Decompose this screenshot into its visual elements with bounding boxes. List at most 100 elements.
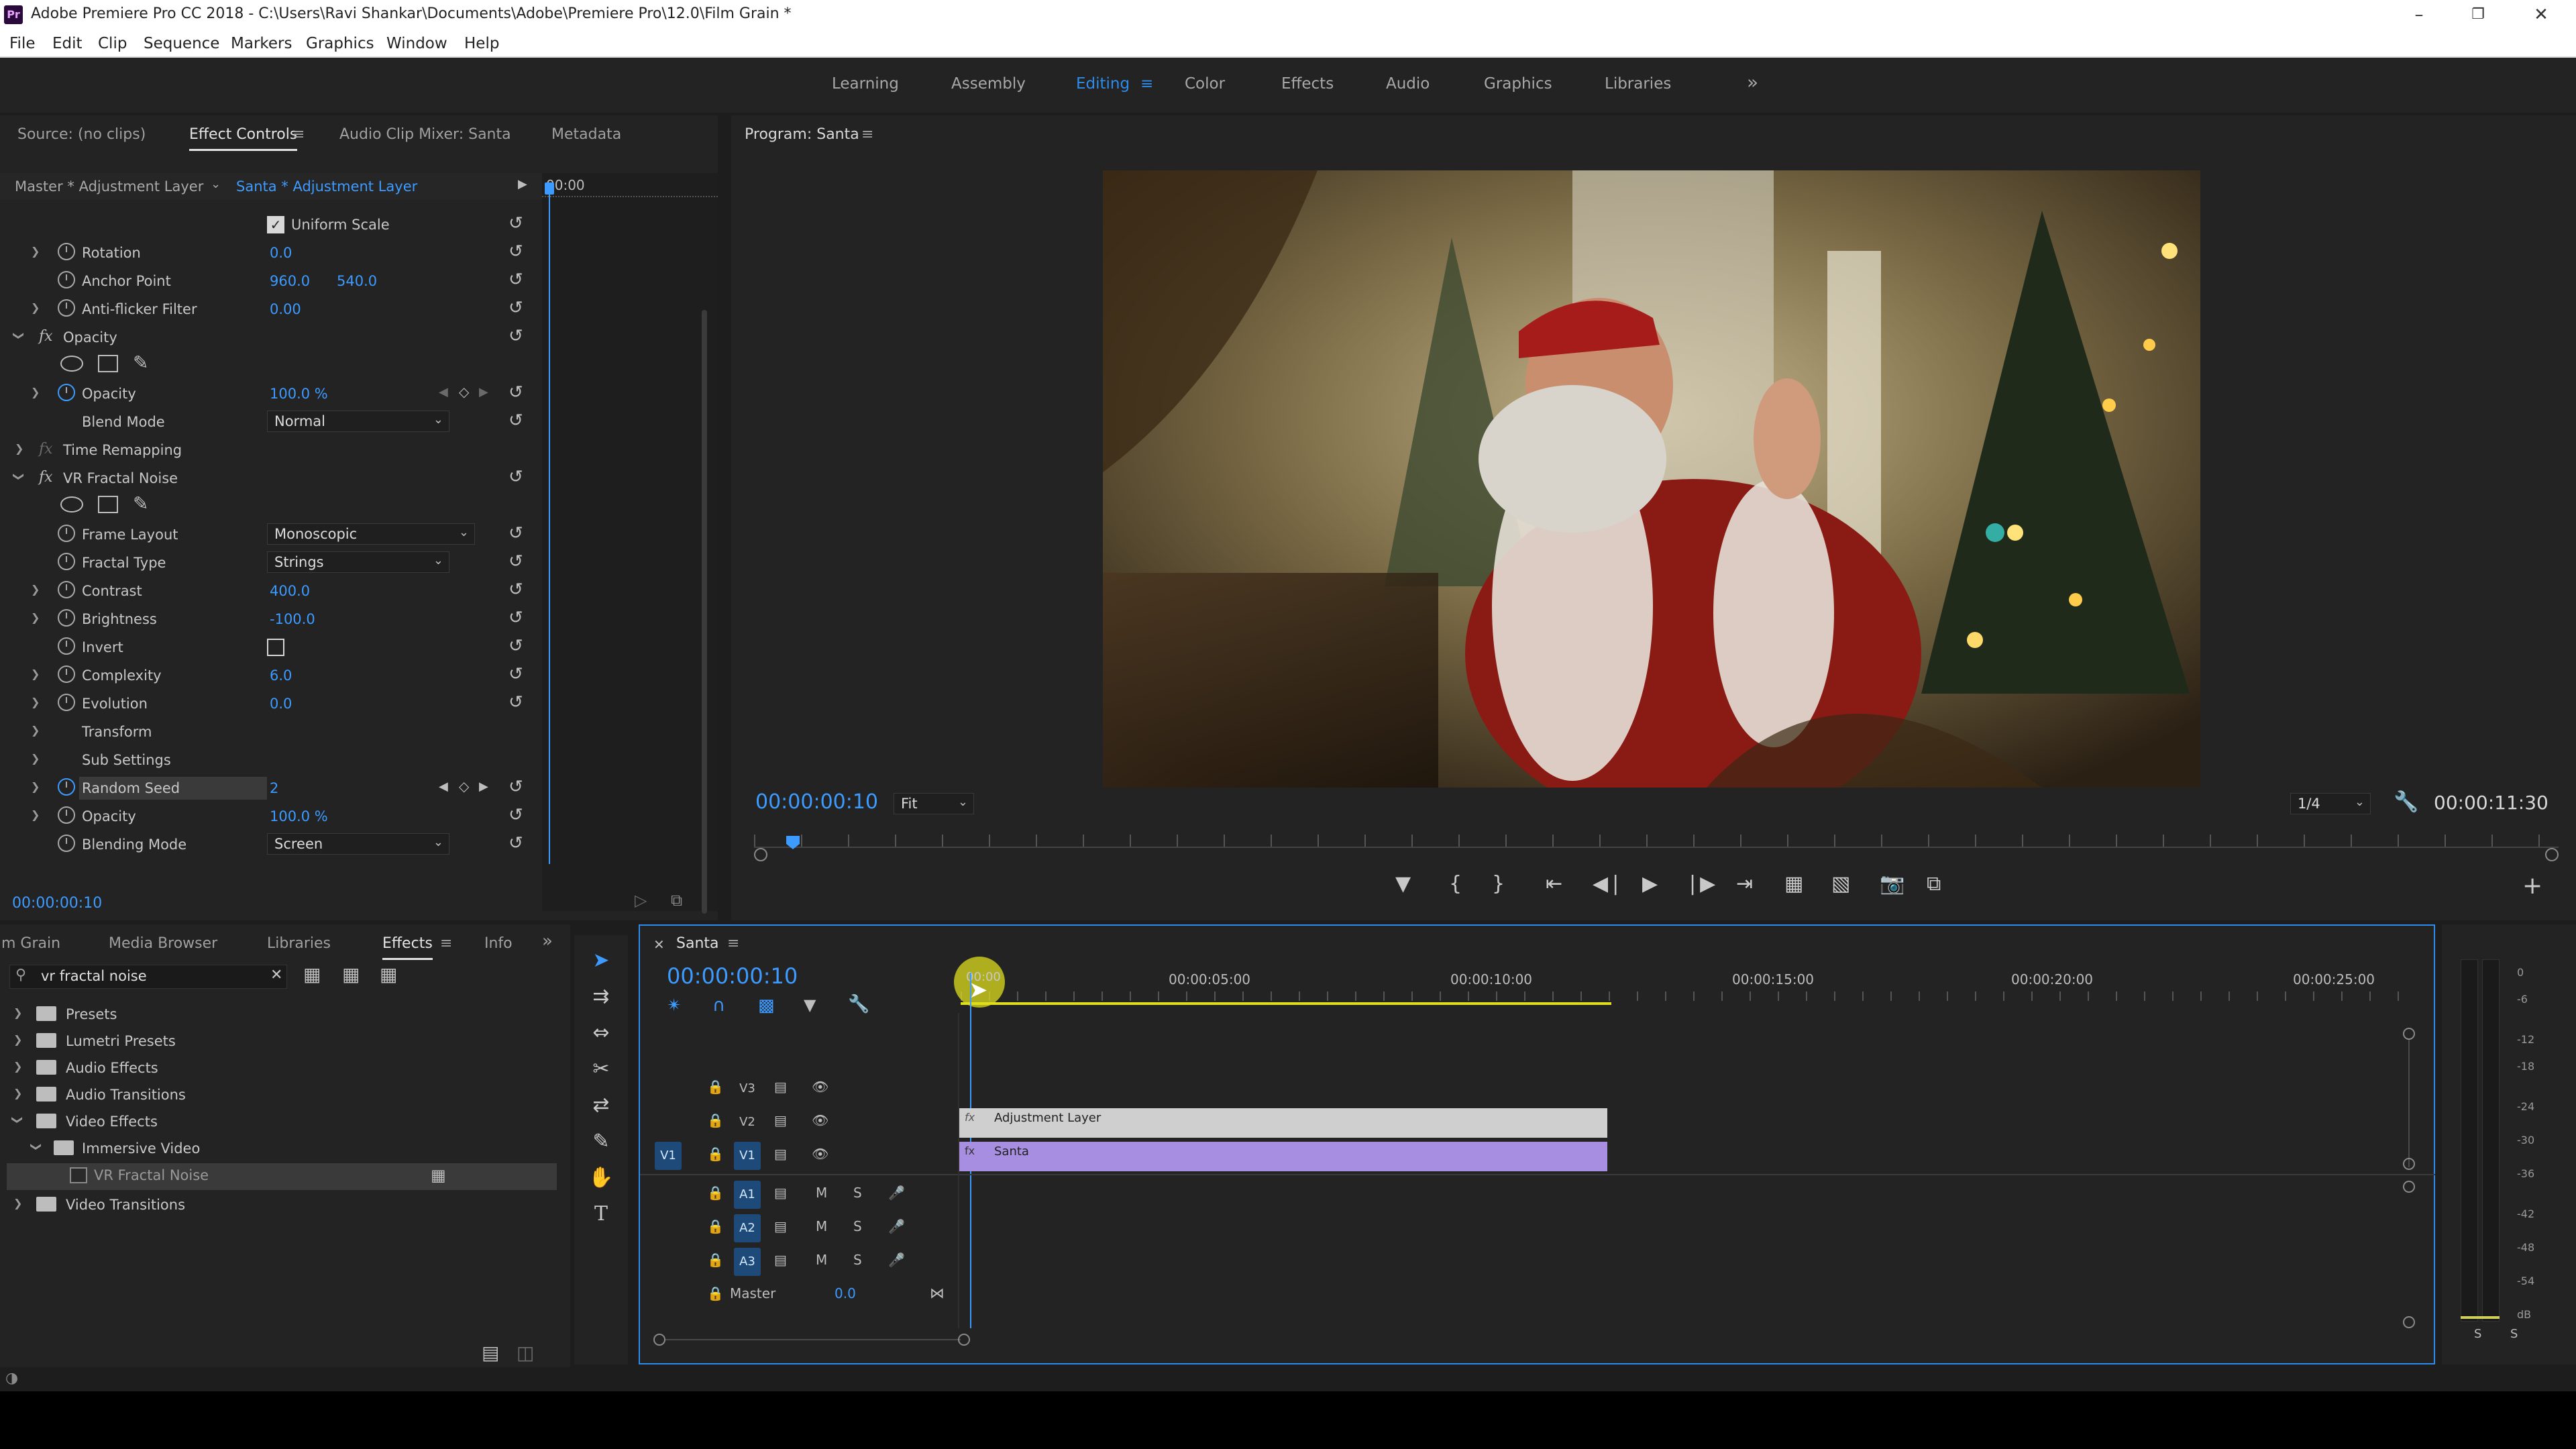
reset-icon[interactable]: ↺ (508, 326, 523, 346)
lock-icon[interactable]: 🔒 (707, 1146, 724, 1162)
playback-resolution-dropdown[interactable]: 1/4 ⌄ (2290, 793, 2371, 814)
panel-overflow-icon[interactable]: » (542, 931, 553, 951)
track-select-tool-icon[interactable]: ⇉ (585, 981, 617, 1013)
zoom-fit-dropdown[interactable]: Fit ⌄ (894, 793, 974, 814)
menu-graphics[interactable]: Graphics (306, 35, 374, 52)
stopwatch-icon[interactable] (58, 581, 75, 598)
close-sequence-icon[interactable]: ✕ (653, 936, 665, 953)
effects-search-input[interactable]: ⚲ vr fractal noise ✕ (9, 965, 287, 989)
solo-button[interactable]: S (853, 1185, 862, 1201)
track-divider[interactable] (640, 1174, 2435, 1175)
trash-icon[interactable]: ◫ (517, 1342, 534, 1364)
stopwatch-icon[interactable] (58, 778, 75, 796)
program-playhead-timecode[interactable]: 00:00:00:10 (755, 790, 878, 814)
tree-item-video-transitions[interactable]: ❯ Video Transitions (7, 1193, 557, 1220)
pen-mask-icon[interactable]: ✎ (133, 492, 148, 515)
chevron-down-icon[interactable]: ⌄ (211, 177, 221, 191)
uniform-scale-checkbox[interactable]: ✓ (267, 216, 284, 233)
program-menu-icon[interactable]: ≡ (861, 126, 873, 143)
expand-icon[interactable]: ❯ (31, 301, 40, 314)
tree-item-vr-fractal-noise[interactable]: VR Fractal Noise ▦ (7, 1163, 557, 1190)
tab-info[interactable]: Info (484, 935, 513, 952)
menu-file[interactable]: File (9, 35, 36, 52)
solo-button[interactable]: S (853, 1252, 862, 1268)
sequence-clip-label[interactable]: Santa * Adjustment Layer (236, 178, 417, 195)
workspace-assembly[interactable]: Assembly (951, 75, 1026, 93)
program-monitor-title[interactable]: Program: Santa (745, 126, 859, 143)
lock-icon[interactable]: 🔒 (707, 1112, 724, 1128)
track-label-a1[interactable]: A1 (734, 1181, 761, 1209)
clip-adjustment-layer[interactable]: fx Adjustment Layer (958, 1108, 1607, 1138)
razor-tool-icon[interactable]: ✂ (585, 1053, 617, 1085)
next-keyframe-icon[interactable]: ▶ (479, 385, 488, 399)
microphone-icon[interactable]: 🎤 (888, 1218, 905, 1234)
reset-icon[interactable]: ↺ (508, 298, 523, 318)
ellipse-mask-icon[interactable] (60, 356, 83, 372)
solo-left-button[interactable]: S (2474, 1327, 2481, 1341)
tab-media-browser[interactable]: Media Browser (109, 935, 217, 952)
reset-icon[interactable]: ↺ (508, 580, 523, 600)
tab-project-film-grain[interactable]: m Grain (1, 935, 60, 952)
opacity2-value[interactable]: 100.0 % (270, 808, 328, 824)
stopwatch-icon[interactable] (58, 835, 75, 852)
expand-icon[interactable]: ❯ (31, 245, 40, 258)
complexity-value[interactable]: 6.0 (270, 667, 292, 684)
accelerated-effects-icon[interactable]: ▦ (303, 963, 321, 985)
workspace-menu-icon[interactable]: ≡ (1140, 75, 1153, 93)
expand-icon[interactable]: ❯ (13, 1006, 22, 1019)
effect-timeline-area[interactable]: 00:00 (542, 173, 718, 1005)
blending-mode-dropdown[interactable]: Screen ⌄ (267, 833, 449, 855)
go-to-end-icon[interactable]: ⋈ (930, 1285, 945, 1302)
stopwatch-icon[interactable] (58, 609, 75, 627)
stopwatch-icon[interactable] (58, 694, 75, 711)
v-scroll-handle-bottom[interactable] (2403, 1158, 2415, 1170)
invert-checkbox[interactable] (267, 639, 284, 656)
reset-icon[interactable]: ↺ (508, 805, 523, 825)
pen-mask-icon[interactable]: ✎ (133, 352, 148, 374)
linked-selection-icon[interactable]: ▩ (758, 996, 775, 1016)
track-label-v2[interactable]: V2 (734, 1108, 761, 1136)
eye-icon[interactable]: 👁 (812, 1146, 828, 1162)
type-tool-icon[interactable]: T (585, 1198, 617, 1230)
expand-icon[interactable]: ❯ (31, 808, 40, 821)
workspace-graphics[interactable]: Graphics (1484, 75, 1552, 93)
rectangle-mask-icon[interactable] (98, 496, 118, 513)
tab-libraries[interactable]: Libraries (267, 935, 331, 952)
lock-icon[interactable]: 🔒 (707, 1218, 724, 1234)
tree-item-immersive-video[interactable]: ❯ Immersive Video (7, 1136, 557, 1163)
a-scroll-handle-bottom[interactable] (2403, 1316, 2415, 1328)
tab-audio-clip-mixer[interactable]: Audio Clip Mixer: Santa (339, 126, 511, 143)
tree-item-presets[interactable]: ❯ Presets (7, 1002, 557, 1029)
timeline-ruler[interactable]: 00:00:05:00 00:00:10:00 00:00:15:00 00:0… (954, 957, 2423, 1013)
restore-icon[interactable]: ❐ (2451, 1, 2505, 28)
expand-icon[interactable]: ❯ (15, 442, 23, 455)
expand-icon[interactable]: ❯ (13, 1087, 22, 1099)
program-ruler[interactable] (754, 835, 2559, 861)
selection-tool-icon[interactable]: ➤ (585, 945, 617, 977)
master-volume-value[interactable]: 0.0 (835, 1285, 856, 1301)
nest-toggle-icon[interactable]: ✴ (667, 996, 682, 1016)
workspace-libraries[interactable]: Libraries (1605, 75, 1671, 93)
reset-icon[interactable]: ↺ (508, 270, 523, 290)
menu-window[interactable]: Window (386, 35, 447, 52)
add-keyframe-icon[interactable]: ◇ (459, 778, 469, 794)
reset-icon[interactable]: ↺ (508, 608, 523, 628)
lock-icon[interactable]: 🔒 (707, 1285, 724, 1301)
expand-icon[interactable]: ❯ (31, 780, 40, 793)
mute-button[interactable]: M (816, 1252, 827, 1268)
v-scroll-handle-top[interactable] (2403, 1028, 2415, 1040)
menu-clip[interactable]: Clip (98, 35, 127, 52)
reset-icon[interactable]: ↺ (508, 523, 523, 543)
snap-icon[interactable]: ∩ (712, 996, 725, 1016)
menu-markers[interactable]: Markers (231, 35, 292, 52)
go-to-out-icon[interactable]: ⇥ (1736, 872, 1753, 896)
zoom-end-handle[interactable] (958, 1334, 970, 1346)
anchor-y-value[interactable]: 540.0 (337, 273, 377, 289)
workspace-effects[interactable]: Effects (1281, 75, 1334, 93)
stopwatch-icon[interactable] (58, 553, 75, 570)
reset-icon[interactable]: ↺ (508, 467, 523, 487)
step-back-icon[interactable]: ◀ | (1593, 872, 1619, 896)
stopwatch-icon[interactable] (58, 271, 75, 288)
go-to-in-icon[interactable]: ⇤ (1546, 872, 1562, 896)
expand-icon[interactable]: ❯ (31, 667, 40, 680)
